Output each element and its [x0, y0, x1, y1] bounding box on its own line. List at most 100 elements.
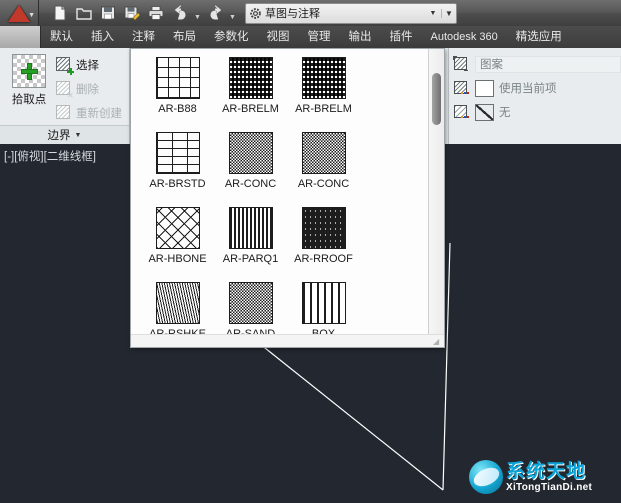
tab-layout[interactable]: 布局 [164, 26, 205, 48]
pattern-name: AR-BRELM [295, 103, 352, 115]
pattern-item[interactable]: BOX [287, 282, 360, 335]
tab-home[interactable]: 默认 [41, 26, 82, 48]
pattern-item[interactable]: AR-PARQ1 [214, 207, 287, 282]
pattern-swatch-icon [228, 207, 273, 249]
workspace-selector[interactable]: 草图与注释 ▼ ▼ [245, 2, 457, 24]
open-icon[interactable] [73, 2, 95, 24]
recreate-boundary-button[interactable]: 重新创建 [56, 103, 128, 123]
ribbon-tab-bar: 默认 插入 注释 布局 参数化 视图 管理 输出 插件 Autodesk 360… [0, 26, 621, 48]
gallery-scrollbar[interactable] [428, 49, 444, 335]
pattern-swatch-icon [155, 57, 200, 99]
tab-featured-apps[interactable]: 精选应用 [507, 26, 571, 48]
tab-manage[interactable]: 管理 [299, 26, 340, 48]
hatch-background-icon [453, 104, 470, 121]
tab-view[interactable]: 视图 [258, 26, 299, 48]
watermark-english: XiTongTianDi.net [506, 481, 593, 493]
remove-boundary-button[interactable]: ✕ 删除 [56, 79, 128, 100]
pattern-swatch-icon [301, 57, 346, 99]
globe-icon [469, 460, 503, 494]
pattern-swatch-icon [155, 282, 200, 324]
pattern-name: AR-PARQ1 [222, 253, 279, 265]
hatch-background-swatch[interactable] [475, 103, 494, 121]
pattern-name: AR-CONC [297, 178, 350, 190]
pattern-item[interactable]: AR-BRELM [287, 57, 360, 132]
redo-dropdown-icon[interactable]: ▼ [228, 1, 237, 26]
pattern-name: AR-BRSTD [149, 178, 206, 190]
hatch-type-field[interactable]: 图案 [475, 55, 621, 73]
recreate-boundary-icon [56, 105, 72, 121]
tab-bar-spacer [0, 26, 41, 48]
pattern-item[interactable]: AR-CONC [287, 132, 360, 207]
hatch-color-row[interactable]: 使用当前项 [453, 76, 621, 100]
pattern-item[interactable]: AR-CONC [214, 132, 287, 207]
hatch-background-row[interactable]: 无 [453, 100, 621, 124]
pattern-swatch-icon [301, 207, 346, 249]
tab-annotate[interactable]: 注释 [123, 26, 164, 48]
gallery-scrollbar-thumb[interactable] [432, 73, 441, 125]
undo-icon[interactable] [169, 2, 191, 24]
pattern-item[interactable]: AR-B88 [141, 57, 214, 132]
pick-point-icon [12, 54, 46, 88]
redo-icon[interactable] [204, 2, 226, 24]
remove-boundary-label: 删除 [76, 84, 99, 96]
print-icon[interactable] [145, 2, 167, 24]
pattern-swatch-icon [155, 132, 200, 174]
select-objects-label: 选择 [76, 60, 99, 72]
application-menu-button[interactable]: ▼ [0, 0, 39, 26]
panel-title-boundary[interactable]: 边界 ▼ [0, 125, 129, 144]
pattern-item[interactable]: AR-RSHKE [141, 282, 214, 335]
resize-grip-icon[interactable]: ◢ [433, 337, 442, 346]
hatch-color-icon [453, 80, 470, 97]
quick-access-toolbar: ▼ ▼ ▼ 草图与注释 ▼ ▼ [0, 0, 621, 26]
save-icon[interactable] [97, 2, 119, 24]
drawing-line-diagonal [259, 343, 444, 491]
workspace-dropdown-icon[interactable]: ▼ [425, 10, 441, 17]
gear-icon [246, 7, 264, 20]
select-objects-button[interactable]: 选择 [56, 55, 128, 75]
watermark: 系统天地 XiTongTianDi.net [469, 455, 615, 499]
hatch-background-value: 无 [499, 107, 511, 119]
tab-output[interactable]: 输出 [340, 26, 381, 48]
pattern-item[interactable]: AR-BRSTD [141, 132, 214, 207]
hatch-type-row[interactable]: 图案 [453, 52, 621, 76]
pattern-name: AR-B88 [158, 103, 197, 115]
tab-addins[interactable]: 插件 [381, 26, 422, 48]
pattern-item[interactable]: AR-RROOF [287, 207, 360, 282]
pick-point-button[interactable]: 拾取点 [6, 54, 52, 107]
hatch-color-value: 使用当前项 [499, 83, 557, 95]
pattern-item[interactable]: AR-HBONE [141, 207, 214, 282]
pattern-item[interactable]: AR-SAND [214, 282, 287, 335]
save-as-icon[interactable] [121, 2, 143, 24]
autocad-window: ▼ ▼ ▼ 草图与注释 ▼ ▼ 默认 插入 注释 布局 参数化 视图 管理 输出… [0, 0, 621, 503]
pattern-item[interactable]: AR-BRELM [214, 57, 287, 132]
gallery-grid: AR-B88 AR-BRELM AR-BRELM AR-BRSTD AR-CON… [131, 49, 429, 335]
hatch-color-swatch[interactable] [475, 79, 494, 97]
tab-insert[interactable]: 插入 [82, 26, 123, 48]
autocad-logo-icon [8, 4, 30, 22]
remove-boundary-icon: ✕ [56, 81, 74, 100]
new-icon[interactable] [49, 2, 71, 24]
watermark-chinese: 系统天地 [506, 460, 587, 482]
tab-autodesk-360[interactable]: Autodesk 360 [422, 26, 507, 48]
tab-parametric[interactable]: 参数化 [205, 26, 258, 48]
pattern-swatch-icon [228, 132, 273, 174]
hatch-type-value: 图案 [480, 59, 503, 71]
pattern-swatch-icon [155, 207, 200, 249]
pattern-name: AR-HBONE [148, 253, 207, 265]
undo-dropdown-icon[interactable]: ▼ [193, 1, 202, 26]
workspace-value: 草图与注释 [265, 8, 320, 20]
panel-boundary: 拾取点 选择 ✕ 删除 重新创建 边界 ▼ [0, 48, 130, 144]
pattern-name: AR-CONC [224, 178, 277, 190]
watermark-text: 系统天地 XiTongTianDi.net [506, 462, 592, 493]
chevron-down-icon[interactable]: ▼ [75, 132, 82, 139]
pattern-swatch-icon [301, 282, 346, 324]
gallery-viewport: AR-B88 AR-BRELM AR-BRELM AR-BRSTD AR-CON… [131, 49, 429, 335]
pattern-swatch-icon [228, 57, 273, 99]
recreate-boundary-label: 重新创建 [76, 108, 122, 120]
panel-properties: 图案 使用当前项 无 [448, 48, 621, 144]
hatch-pattern-gallery[interactable]: AR-B88 AR-BRELM AR-BRELM AR-BRSTD AR-CON… [130, 48, 445, 348]
chevron-down-icon[interactable]: ▼ [28, 12, 35, 19]
pattern-name: AR-RROOF [294, 253, 353, 265]
workspace-split-icon[interactable]: ▼ [441, 8, 456, 18]
gallery-footer: ◢ [131, 334, 444, 347]
